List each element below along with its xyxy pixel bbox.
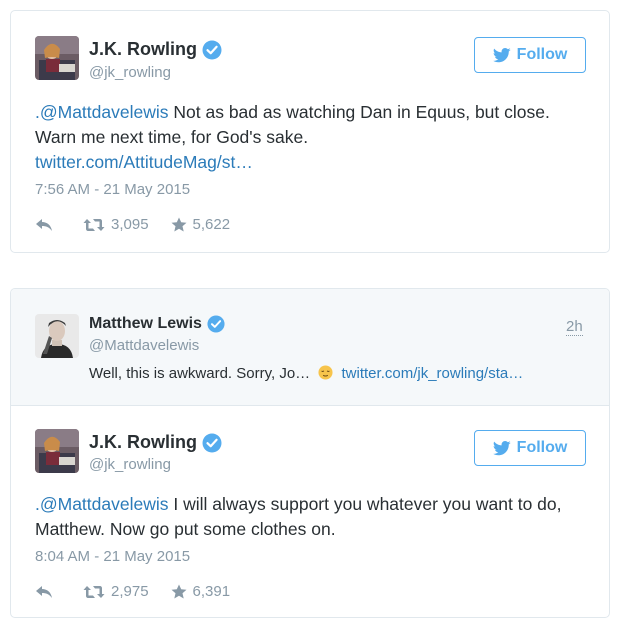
tweet-link[interactable]: twitter.com/AttitudeMag/st… xyxy=(35,152,253,172)
favorite-count: 6,391 xyxy=(192,583,231,600)
twitter-bird-icon xyxy=(492,47,511,62)
follow-button[interactable]: Follow xyxy=(474,37,586,73)
reply-icon xyxy=(36,218,52,231)
retweet-count: 2,975 xyxy=(111,583,149,600)
follow-button-label: Follow xyxy=(516,46,568,63)
favorite-button[interactable]: 5,622 xyxy=(171,216,231,233)
star-icon xyxy=(171,584,187,599)
follow-button[interactable]: Follow xyxy=(474,430,586,466)
mention-link[interactable]: .@Mattdavelewis xyxy=(35,102,169,122)
retweet-icon xyxy=(83,585,105,598)
quoted-tweet[interactable]: Matthew Lewis @Mattdavelewis 2h Well, th… xyxy=(11,289,609,406)
tweet-card: Matthew Lewis @Mattdavelewis 2h Well, th… xyxy=(10,288,610,618)
author-name[interactable]: J.K. Rowling xyxy=(89,39,197,60)
retweet-icon xyxy=(83,218,105,231)
author-name-row: J.K. Rowling xyxy=(89,432,222,453)
reply-button[interactable] xyxy=(35,585,61,599)
verified-badge-icon xyxy=(202,433,222,453)
quoted-name-row: Matthew Lewis xyxy=(89,315,225,333)
favorite-button[interactable]: 6,391 xyxy=(171,583,231,600)
tweet-actions: 3,095 5,622 xyxy=(35,216,252,233)
avatar[interactable] xyxy=(35,429,79,473)
quoted-text: Well, this is awkward. Sorry, Jo… twitte… xyxy=(89,365,523,382)
quoted-author-name[interactable]: Matthew Lewis xyxy=(89,315,202,333)
quoted-avatar[interactable] xyxy=(35,314,79,358)
verified-badge-icon xyxy=(207,315,225,333)
retweet-count: 3,095 xyxy=(111,216,149,233)
tweet-text: .@Mattdavelewis Not as bad as watching D… xyxy=(35,100,595,175)
mention-link[interactable]: .@Mattdavelewis xyxy=(35,494,169,514)
follow-button-label: Follow xyxy=(516,439,568,456)
tweet-actions: 2,975 6,391 xyxy=(35,583,252,600)
quoted-author-handle[interactable]: @Mattdavelewis xyxy=(89,337,199,354)
quoted-time[interactable]: 2h xyxy=(566,319,583,336)
quoted-link[interactable]: twitter.com/jk_rowling/sta… xyxy=(342,365,524,382)
retweet-button[interactable]: 2,975 xyxy=(83,583,149,600)
reply-icon xyxy=(36,585,52,598)
twitter-bird-icon xyxy=(492,440,511,455)
author-name[interactable]: J.K. Rowling xyxy=(89,432,197,453)
retweet-button[interactable]: 3,095 xyxy=(83,216,149,233)
tweet-text: .@Mattdavelewis I will always support yo… xyxy=(35,492,595,542)
reply-button[interactable] xyxy=(35,218,61,232)
author-handle[interactable]: @jk_rowling xyxy=(89,456,171,473)
author-name-row: J.K. Rowling xyxy=(89,39,222,60)
tweet-timestamp[interactable]: 7:56 AM - 21 May 2015 xyxy=(35,181,190,198)
avatar[interactable] xyxy=(35,36,79,80)
relieved-face-icon xyxy=(318,365,333,380)
author-handle[interactable]: @jk_rowling xyxy=(89,64,171,81)
tweet-card: J.K. Rowling @jk_rowling Follow .@Mattda… xyxy=(10,10,610,253)
tweet-timestamp[interactable]: 8:04 AM - 21 May 2015 xyxy=(35,548,190,565)
favorite-count: 5,622 xyxy=(192,216,231,233)
quoted-body: Well, this is awkward. Sorry, Jo… xyxy=(89,365,311,382)
star-icon xyxy=(171,217,187,232)
verified-badge-icon xyxy=(202,40,222,60)
